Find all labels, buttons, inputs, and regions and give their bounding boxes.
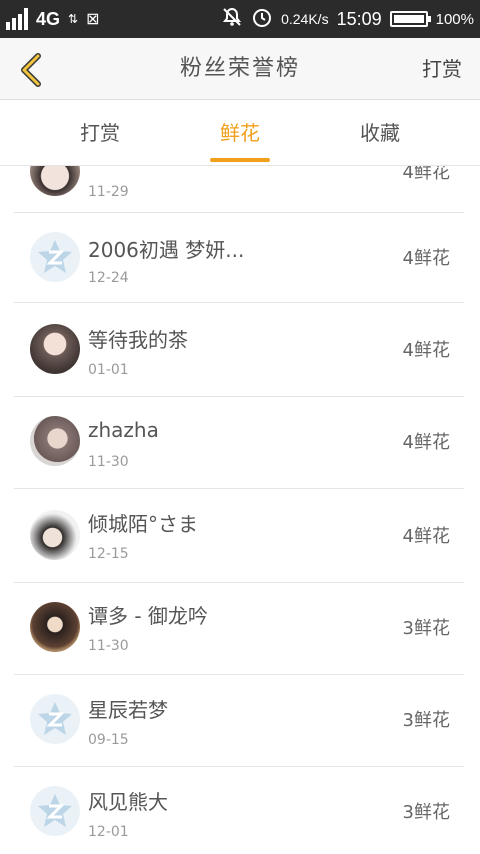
list-item[interactable]: 等待我的茶 01-01 4鲜花	[14, 302, 464, 397]
date: 09-15	[88, 732, 129, 748]
user-name: 倾城陌°さま	[88, 512, 198, 536]
flower-count: 3鲜花	[402, 802, 450, 823]
user-name: 2006初遇 梦妍...	[88, 238, 245, 262]
network-speed: 0.24K/s	[281, 11, 329, 27]
flower-count: 4鲜花	[402, 248, 450, 269]
z-logo-icon	[38, 794, 72, 827]
date: 01-01	[88, 362, 129, 378]
battery-icon	[389, 11, 431, 27]
flower-count: 4鲜花	[402, 432, 450, 453]
list-item[interactable]: 11-29 4鲜花	[14, 166, 464, 213]
list-item[interactable]: zhazha 11-30 4鲜花	[14, 396, 464, 489]
bell-off-icon	[221, 6, 243, 33]
status-bar: 4G ⇅ ⊠ 0.24K/s 15:09 100%	[0, 0, 480, 38]
flower-count: 3鲜花	[402, 710, 450, 731]
tab-tip[interactable]: 打赏	[40, 100, 160, 166]
flower-count: 3鲜花	[402, 618, 450, 639]
user-name: 谭多 - 御龙吟	[88, 604, 208, 628]
avatar	[30, 416, 80, 466]
date: 12-15	[88, 546, 129, 562]
flower-count: 4鲜花	[402, 340, 450, 361]
list-item[interactable]: 星辰若梦 09-15 3鲜花	[14, 674, 464, 767]
signal-icon	[6, 8, 28, 30]
avatar	[30, 166, 80, 196]
z-logo-icon	[38, 240, 72, 273]
date: 11-30	[88, 638, 129, 654]
user-name: 星辰若梦	[88, 698, 168, 722]
avatar	[30, 510, 80, 560]
page-title: 粉丝荣誉榜	[179, 56, 300, 81]
avatar	[30, 694, 80, 744]
avatar	[30, 324, 80, 374]
date: 11-29	[88, 184, 129, 200]
battery-percent: 100%	[435, 10, 474, 28]
clock-time: 15:09	[336, 8, 382, 29]
user-name: zhazha	[88, 418, 159, 442]
network-type: 4G	[36, 9, 61, 29]
tab-bar: 打赏 鲜花 收藏	[0, 100, 480, 166]
list-item[interactable]: 2006初遇 梦妍... 12-24 4鲜花	[14, 212, 464, 303]
fan-list: 11-29 4鲜花 2006初遇 梦妍... 12-24 4鲜花 等待我的茶 0…	[0, 166, 480, 854]
user-name: 等待我的茶	[88, 328, 188, 352]
flower-count: 4鲜花	[402, 166, 450, 183]
flower-count: 4鲜花	[402, 526, 450, 547]
avatar	[30, 602, 80, 652]
z-logo-icon	[38, 702, 72, 735]
data-arrows-icon: ⇅	[68, 12, 79, 26]
list-item[interactable]: 谭多 - 御龙吟 11-30 3鲜花	[14, 582, 464, 675]
avatar	[30, 232, 80, 282]
date: 12-24	[88, 270, 129, 286]
tab-flowers[interactable]: 鲜花	[180, 100, 300, 166]
alarm-clock-icon	[251, 6, 273, 33]
tab-favorites[interactable]: 收藏	[320, 100, 440, 166]
list-item[interactable]: 风见熊大 12-01 3鲜花	[14, 766, 464, 854]
avatar	[30, 786, 80, 836]
date: 11-30	[88, 454, 129, 470]
app-header: 粉丝荣誉榜 打赏	[0, 38, 480, 100]
list-item[interactable]: 倾城陌°さま 12-15 4鲜花	[14, 488, 464, 583]
user-name: 风见熊大	[88, 790, 168, 814]
tip-button[interactable]: 打赏	[422, 38, 462, 100]
no-sim-icon: ⊠	[86, 11, 100, 28]
date: 12-01	[88, 824, 129, 840]
